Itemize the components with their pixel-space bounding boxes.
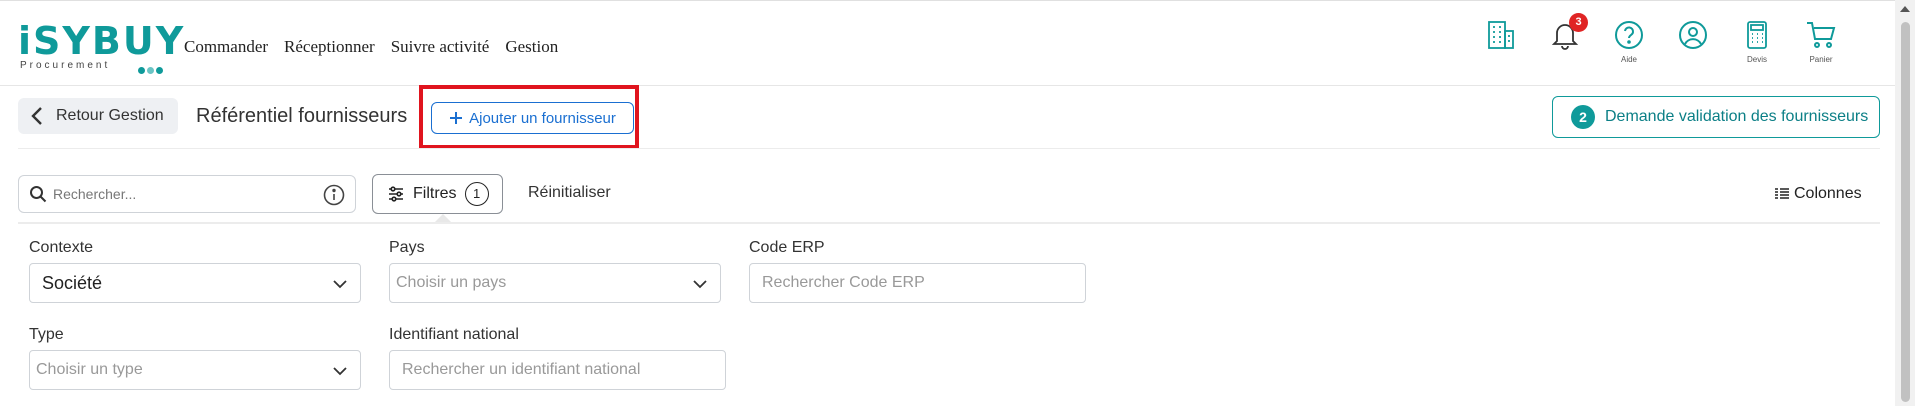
chevron-down-icon: [333, 367, 347, 376]
building-icon: [1488, 21, 1514, 49]
isybuy-logo[interactable]: iSYBUY Procurement: [18, 19, 186, 74]
chevron-left-icon: [31, 107, 42, 125]
highlight-box: Ajouter un fournisseur: [419, 85, 639, 149]
logo-dots: [138, 61, 165, 79]
scroll-up-arrow[interactable]: [1900, 6, 1910, 12]
notification-badge: 3: [1569, 13, 1588, 32]
top-navbar: iSYBUY Procurement Commander Réceptionne…: [0, 0, 1895, 86]
search-box: [18, 175, 356, 213]
scrollbar-thumb[interactable]: [1901, 22, 1910, 402]
code-erp-field: Code ERP Rechercher Code ERP: [749, 239, 1086, 303]
code-erp-placeholder: Rechercher Code ERP: [762, 274, 925, 291]
identifiant-label: Identifiant national: [389, 326, 519, 343]
vertical-scrollbar[interactable]: [1895, 0, 1915, 406]
sliders-icon: [389, 186, 403, 202]
chevron-down-icon: [333, 280, 347, 289]
nav-gestion[interactable]: Gestion: [505, 37, 558, 57]
filters-count: 1: [464, 182, 489, 206]
plus-icon: [450, 112, 463, 124]
back-button-label: Retour Gestion: [56, 107, 164, 124]
quotes-label: Devis: [1746, 55, 1767, 64]
identifiant-placeholder: Rechercher un identifiant national: [402, 361, 641, 378]
chevron-down-icon: [693, 280, 707, 289]
contexte-field: Contexte Société: [29, 239, 361, 303]
contexte-value: Société: [42, 272, 103, 293]
divider: [18, 148, 1880, 149]
type-placeholder: Choisir un type: [36, 361, 143, 378]
top-icons: 3 Aide Devis Panier: [1469, 13, 1853, 75]
notifications-button[interactable]: 3: [1533, 13, 1597, 75]
columns-icon: [1775, 188, 1789, 199]
filters-label: Filtres: [413, 185, 457, 202]
back-button[interactable]: Retour Gestion: [18, 98, 178, 134]
contexte-label: Contexte: [29, 239, 94, 256]
add-supplier-label: Ajouter un fournisseur: [469, 109, 616, 127]
validation-count-badge: 2: [1571, 105, 1595, 129]
help-button[interactable]: Aide: [1597, 19, 1661, 75]
contexte-select[interactable]: Société: [29, 263, 361, 303]
quotes-button[interactable]: Devis: [1725, 19, 1789, 75]
nav-suivre-activite[interactable]: Suivre activité: [391, 37, 490, 57]
filters-button[interactable]: Filtres 1: [372, 174, 503, 214]
identifiant-field: Identifiant national Rechercher un ident…: [389, 326, 726, 390]
pays-select[interactable]: Choisir un pays: [389, 263, 721, 303]
main-nav: Commander Réceptionner Suivre activité G…: [184, 37, 558, 57]
nav-receptionner[interactable]: Réceptionner: [284, 37, 375, 57]
validation-label: Demande validation des fournisseurs: [1605, 108, 1869, 125]
profile-button[interactable]: [1661, 19, 1725, 75]
code-erp-label: Code ERP: [749, 239, 825, 256]
columns-label: Colonnes: [1794, 185, 1862, 202]
pays-placeholder: Choisir un pays: [396, 274, 507, 291]
type-select[interactable]: Choisir un type: [29, 350, 361, 390]
supplier-validation-button[interactable]: 2 Demande validation des fournisseurs: [1552, 96, 1880, 138]
logo-subtitle: Procurement: [20, 60, 111, 71]
cart-icon: [1807, 22, 1836, 48]
cart-button[interactable]: Panier: [1789, 19, 1853, 75]
identifiant-input[interactable]: Rechercher un identifiant national: [389, 350, 726, 390]
code-erp-input[interactable]: Rechercher Code ERP: [749, 263, 1086, 303]
columns-button[interactable]: Colonnes: [1774, 185, 1862, 203]
reset-button[interactable]: Réinitialiser: [528, 184, 611, 202]
info-icon[interactable]: [323, 184, 345, 206]
help-label: Aide: [1620, 55, 1637, 64]
building-button[interactable]: [1469, 19, 1533, 75]
cart-label: Panier: [1809, 55, 1833, 64]
pays-label: Pays: [389, 239, 425, 256]
add-supplier-button[interactable]: Ajouter un fournisseur: [431, 102, 634, 134]
search-input[interactable]: [53, 186, 323, 202]
nav-commander[interactable]: Commander: [184, 37, 268, 57]
logo-text: iSYBUY: [18, 19, 186, 63]
search-icon: [30, 186, 47, 203]
filter-panel: Contexte Société Pays Choisir un pays Co…: [18, 222, 1880, 406]
type-field: Type Choisir un type: [29, 326, 361, 390]
user-icon: [1679, 21, 1707, 49]
help-icon: [1615, 21, 1643, 49]
calculator-icon: [1747, 21, 1767, 49]
page-title: Référentiel fournisseurs: [196, 105, 408, 127]
type-label: Type: [29, 326, 64, 343]
pays-field: Pays Choisir un pays: [389, 239, 721, 303]
